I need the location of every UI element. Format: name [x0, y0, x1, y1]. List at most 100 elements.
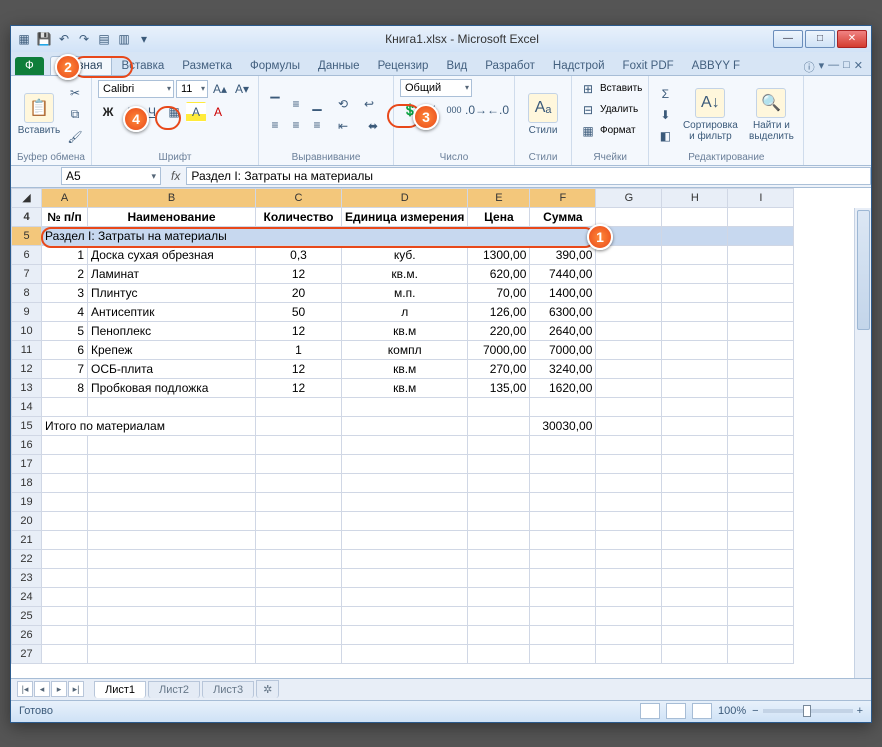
- col-header-f[interactable]: F: [530, 188, 596, 207]
- align-right-icon[interactable]: ≡: [307, 115, 327, 135]
- cell[interactable]: [530, 511, 596, 530]
- tab-formulas[interactable]: Формулы: [242, 57, 308, 75]
- font-size-combo[interactable]: 11: [176, 80, 208, 98]
- row-header[interactable]: 16: [12, 435, 42, 454]
- cell[interactable]: [88, 454, 256, 473]
- cell[interactable]: 390,00: [530, 245, 596, 264]
- cell[interactable]: [728, 454, 794, 473]
- cell[interactable]: [728, 606, 794, 625]
- cell[interactable]: № п/п: [42, 207, 88, 226]
- sheet-nav-prev-icon[interactable]: ◂: [34, 681, 50, 697]
- cell[interactable]: [342, 511, 468, 530]
- zoom-out-icon[interactable]: −: [752, 705, 758, 717]
- cell[interactable]: [256, 530, 342, 549]
- cell[interactable]: [256, 511, 342, 530]
- cell[interactable]: [596, 549, 662, 568]
- cell[interactable]: [662, 226, 728, 245]
- cell[interactable]: [88, 568, 256, 587]
- cell[interactable]: [728, 473, 794, 492]
- cell[interactable]: [42, 511, 88, 530]
- cell[interactable]: [530, 454, 596, 473]
- cell[interactable]: [342, 644, 468, 663]
- cell[interactable]: [596, 530, 662, 549]
- decrease-decimal-icon[interactable]: ←.0: [488, 100, 508, 120]
- cell[interactable]: [468, 644, 530, 663]
- cell[interactable]: 1: [42, 245, 88, 264]
- cell[interactable]: [530, 644, 596, 663]
- cell[interactable]: [468, 492, 530, 511]
- cell[interactable]: [342, 568, 468, 587]
- cell[interactable]: [728, 321, 794, 340]
- cell[interactable]: [662, 549, 728, 568]
- cell[interactable]: [596, 359, 662, 378]
- cell[interactable]: [596, 606, 662, 625]
- save-icon[interactable]: 💾: [35, 30, 53, 48]
- row-header[interactable]: 24: [12, 587, 42, 606]
- col-header-d[interactable]: D: [342, 188, 468, 207]
- cell[interactable]: [662, 207, 728, 226]
- cell[interactable]: [256, 416, 342, 435]
- cell[interactable]: [728, 587, 794, 606]
- cell[interactable]: Цена: [468, 207, 530, 226]
- row-header[interactable]: 27: [12, 644, 42, 663]
- cell[interactable]: м.п.: [342, 283, 468, 302]
- align-center-icon[interactable]: ≡: [286, 115, 306, 135]
- cell[interactable]: [662, 435, 728, 454]
- cell[interactable]: ОСБ-плита: [88, 359, 256, 378]
- format-painter-icon[interactable]: 🖌: [65, 127, 85, 147]
- cell[interactable]: [88, 549, 256, 568]
- cell[interactable]: [596, 302, 662, 321]
- col-header-e[interactable]: E: [468, 188, 530, 207]
- cell[interactable]: куб.: [342, 245, 468, 264]
- close-button[interactable]: ✕: [837, 30, 867, 48]
- cell[interactable]: 4: [42, 302, 88, 321]
- delete-cells-icon[interactable]: ⊟: [578, 100, 598, 120]
- sheet-nav-last-icon[interactable]: ▸|: [68, 681, 84, 697]
- undo-icon[interactable]: ↶: [55, 30, 73, 48]
- page-layout-view-icon[interactable]: [666, 703, 686, 719]
- tab-addins[interactable]: Надстрой: [545, 57, 613, 75]
- cell[interactable]: Плинтус: [88, 283, 256, 302]
- cell[interactable]: [728, 359, 794, 378]
- cell[interactable]: [662, 625, 728, 644]
- cell[interactable]: [342, 549, 468, 568]
- redo-icon[interactable]: ↷: [75, 30, 93, 48]
- cell[interactable]: [256, 473, 342, 492]
- cell[interactable]: [530, 397, 596, 416]
- cell[interactable]: [256, 606, 342, 625]
- cell[interactable]: [342, 416, 468, 435]
- zoom-in-icon[interactable]: +: [857, 705, 863, 717]
- cell[interactable]: [728, 207, 794, 226]
- align-bottom-icon[interactable]: ▁: [307, 94, 327, 114]
- cell[interactable]: [342, 587, 468, 606]
- cell[interactable]: [42, 454, 88, 473]
- normal-view-icon[interactable]: [640, 703, 660, 719]
- cell[interactable]: [468, 473, 530, 492]
- cell[interactable]: 1: [256, 340, 342, 359]
- indent-decrease-icon[interactable]: ⇤: [333, 116, 353, 136]
- row-header[interactable]: 15: [12, 416, 42, 435]
- col-header-b[interactable]: B: [88, 188, 256, 207]
- cell[interactable]: [728, 568, 794, 587]
- row-header[interactable]: 9: [12, 302, 42, 321]
- cell[interactable]: [88, 435, 256, 454]
- cell[interactable]: [88, 492, 256, 511]
- cell[interactable]: [596, 511, 662, 530]
- fill-color-icon[interactable]: A: [186, 102, 206, 122]
- cell[interactable]: [88, 606, 256, 625]
- new-sheet-icon[interactable]: ✲: [256, 680, 279, 698]
- cell[interactable]: [42, 568, 88, 587]
- cell[interactable]: Пеноплекс: [88, 321, 256, 340]
- cell[interactable]: [596, 264, 662, 283]
- cell[interactable]: Ламинат: [88, 264, 256, 283]
- select-all-corner[interactable]: ◢: [12, 188, 42, 207]
- cell[interactable]: 20: [256, 283, 342, 302]
- zoom-level[interactable]: 100%: [718, 705, 746, 717]
- cell[interactable]: [42, 587, 88, 606]
- row-header[interactable]: 18: [12, 473, 42, 492]
- cell[interactable]: [88, 511, 256, 530]
- increase-decimal-icon[interactable]: .0→: [466, 100, 486, 120]
- cell[interactable]: Наименование: [88, 207, 256, 226]
- qat-dropdown-icon[interactable]: ▾: [135, 30, 153, 48]
- cell[interactable]: [596, 416, 662, 435]
